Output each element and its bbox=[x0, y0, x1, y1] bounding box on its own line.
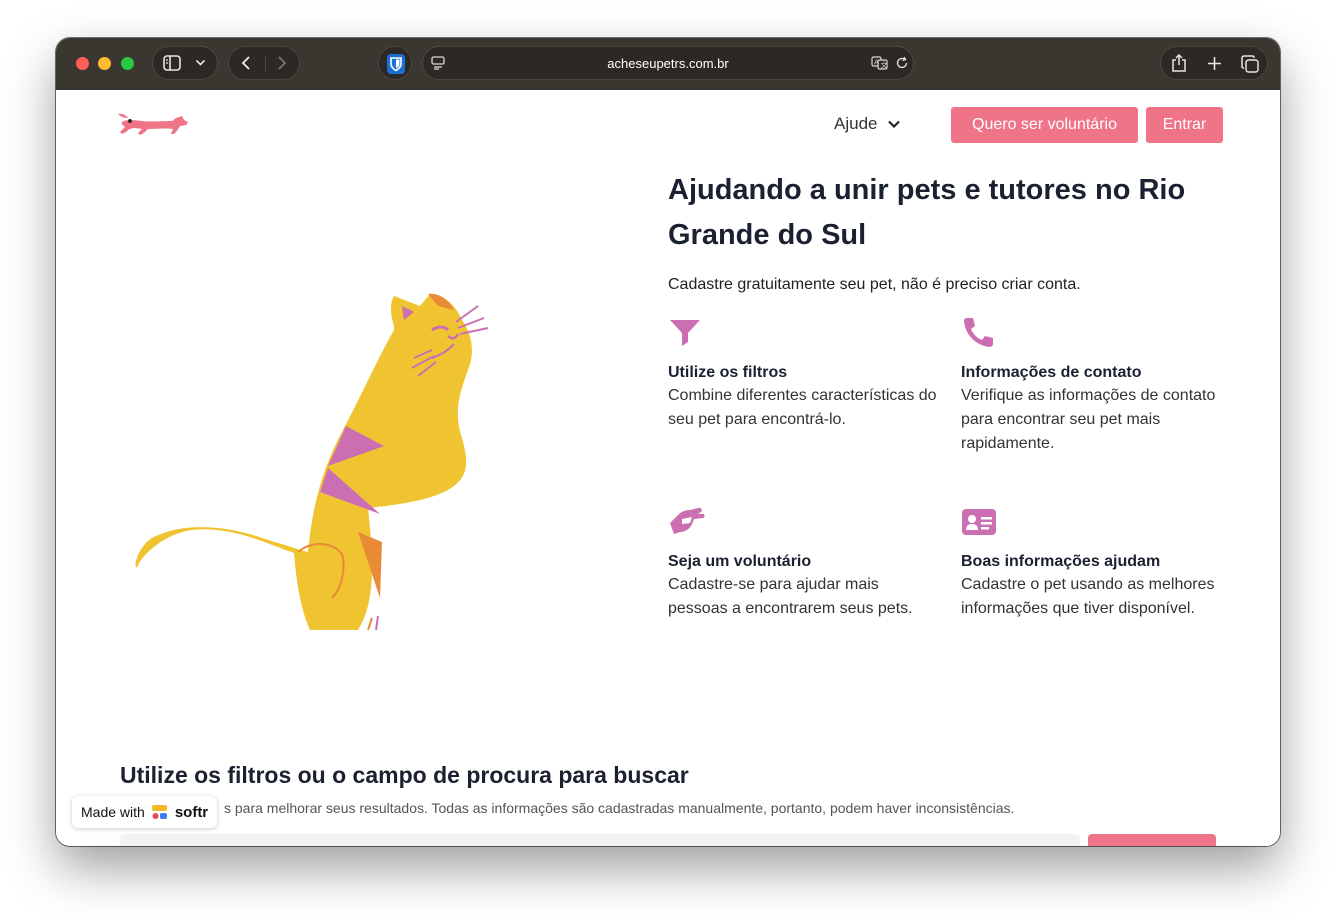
feature-title: Utilize os filtros bbox=[668, 364, 788, 381]
site-logo[interactable] bbox=[116, 110, 190, 145]
phone-icon bbox=[961, 316, 1231, 350]
feature-volunteer: Seja um voluntário Cadastre-se para ajud… bbox=[668, 505, 938, 621]
browser-toolbar: acheseupetrs.com.br A文 bbox=[56, 38, 1280, 90]
close-window-button[interactable] bbox=[76, 57, 89, 70]
help-label: Ajude bbox=[834, 114, 878, 133]
shield-icon bbox=[387, 54, 405, 74]
feature-title: Boas informações ajudam bbox=[961, 553, 1161, 570]
chevron-down-icon bbox=[888, 120, 901, 129]
helping-hand-icon bbox=[668, 505, 938, 539]
share-icon[interactable] bbox=[1171, 54, 1187, 73]
sidebar-toggle-button[interactable] bbox=[152, 46, 218, 80]
softr-brand-label: softr bbox=[174, 803, 209, 821]
search-section-title: Utilize os filtros ou o campo de procura… bbox=[120, 762, 689, 788]
web-page: Ajude Quero ser voluntário Entrar Ajudan… bbox=[56, 90, 1280, 846]
made-with-label: Made with bbox=[81, 804, 145, 820]
hero-title: Ajudando a unir pets e tutores no Rio Gr… bbox=[668, 174, 1186, 251]
url-text: acheseupetrs.com.br bbox=[607, 56, 729, 71]
minimize-window-button[interactable] bbox=[98, 57, 111, 70]
address-bar[interactable]: acheseupetrs.com.br A文 bbox=[422, 46, 914, 80]
search-section-subtitle: s para melhorar seus resultados. Todas a… bbox=[224, 800, 1015, 816]
hero-illustration bbox=[132, 278, 562, 651]
translate-icon[interactable]: A文 bbox=[871, 55, 889, 71]
feature-good-info: Boas informações ajudam Cadastre o pet u… bbox=[961, 505, 1231, 621]
chevron-down-icon bbox=[195, 58, 206, 67]
svg-text:文: 文 bbox=[881, 61, 888, 70]
tab-overview-icon[interactable] bbox=[1241, 55, 1259, 73]
feature-filters: Utilize os filtros Combine diferentes ca… bbox=[668, 316, 938, 432]
window-actions bbox=[1160, 46, 1268, 80]
new-tab-icon[interactable] bbox=[1207, 56, 1222, 71]
help-menu[interactable]: Ajude bbox=[834, 114, 901, 134]
feature-title: Informações de contato bbox=[961, 364, 1142, 381]
login-button[interactable]: Entrar bbox=[1146, 107, 1223, 143]
svg-text:A: A bbox=[874, 59, 879, 67]
forward-button[interactable] bbox=[275, 55, 289, 71]
made-with-softr-badge[interactable]: Made with softr bbox=[72, 796, 218, 828]
password-manager-button[interactable] bbox=[378, 46, 412, 80]
reload-icon[interactable] bbox=[895, 56, 909, 70]
feature-contact: Informações de contato Verifique as info… bbox=[961, 316, 1231, 456]
browser-window: acheseupetrs.com.br A文 Ajude Quero ser v… bbox=[56, 38, 1280, 846]
feature-text: Verifique as informações de contato para… bbox=[961, 387, 1216, 452]
back-button[interactable] bbox=[239, 55, 253, 71]
dog-logo-icon bbox=[118, 113, 188, 135]
feature-title: Seja um voluntário bbox=[668, 553, 812, 570]
filter-icon bbox=[668, 316, 938, 350]
softr-logo-icon bbox=[151, 805, 167, 819]
volunteer-button[interactable]: Quero ser voluntário bbox=[951, 107, 1138, 143]
feature-text: Combine diferentes características do se… bbox=[668, 387, 937, 428]
feature-text: Cadastre o pet usando as melhores inform… bbox=[961, 576, 1215, 617]
zoom-window-button[interactable] bbox=[121, 57, 134, 70]
hero-subtitle: Cadastre gratuitamente seu pet, não é pr… bbox=[668, 276, 1081, 293]
feature-text: Cadastre-se para ajudar mais pessoas a e… bbox=[668, 576, 913, 617]
sidebar-icon bbox=[163, 55, 181, 71]
id-card-icon bbox=[961, 505, 1231, 539]
search-input[interactable] bbox=[120, 834, 1080, 846]
history-nav bbox=[228, 46, 300, 80]
search-button[interactable] bbox=[1088, 834, 1216, 846]
cat-illustration-icon bbox=[135, 293, 489, 631]
